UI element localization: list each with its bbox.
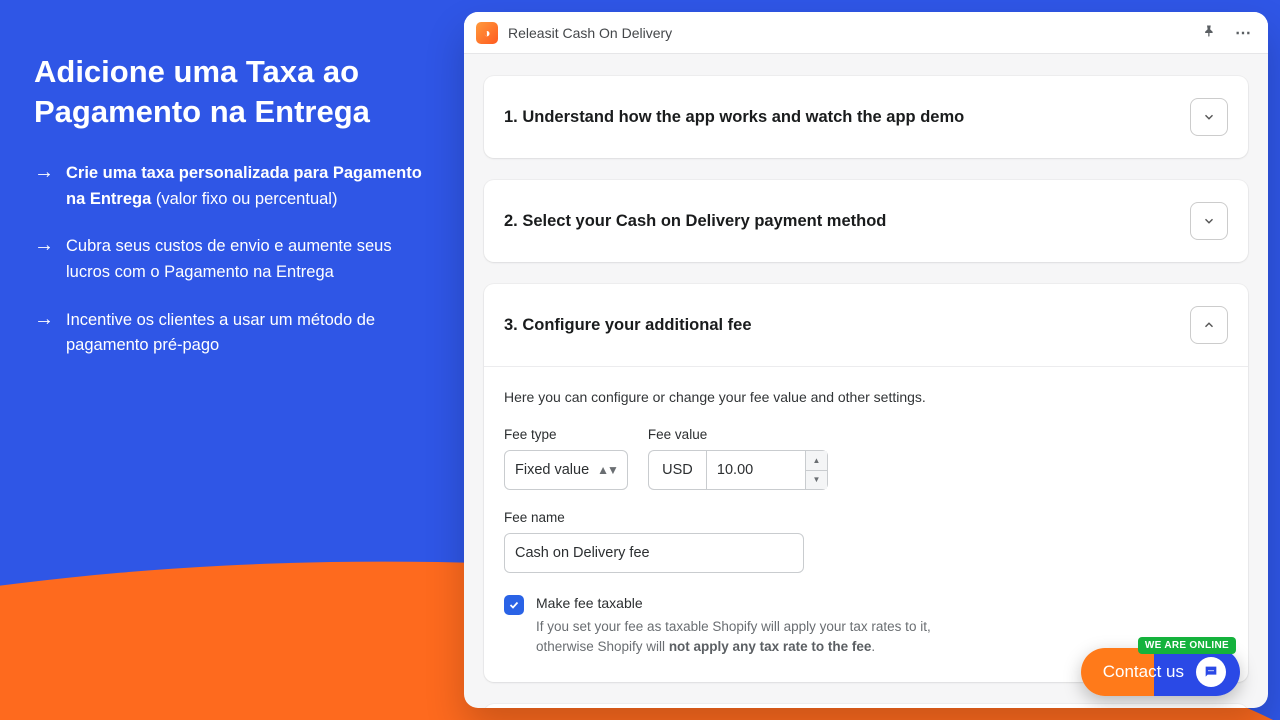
taxable-checkbox[interactable] [504, 595, 524, 615]
quantity-stepper[interactable]: ▲ ▼ [806, 450, 828, 490]
currency-prefix: USD [648, 450, 706, 490]
step-1-card: 1. Understand how the app works and watc… [484, 76, 1248, 158]
more-icon[interactable]: ⋯ [1231, 19, 1256, 47]
pin-icon[interactable] [1198, 19, 1221, 47]
bullet-2: → Cubra seus custos de envio e aumente s… [34, 234, 434, 285]
taxable-description: If you set your fee as taxable Shopify w… [536, 617, 976, 656]
arrow-icon: → [34, 161, 54, 212]
bullet-3: → Incentive os clientes a usar um método… [34, 308, 434, 359]
collapse-button[interactable] [1190, 306, 1228, 344]
fee-type-label: Fee type [504, 427, 628, 442]
taxable-label: Make fee taxable [536, 595, 976, 611]
step-3-card: 3. Configure your additional fee Here yo… [484, 284, 1248, 682]
fee-name-label: Fee name [504, 510, 1228, 525]
step-3-description: Here you can configure or change your fe… [504, 389, 1228, 405]
fee-value-input[interactable]: 10.00 [706, 450, 806, 490]
expand-button[interactable] [1190, 98, 1228, 136]
chat-icon [1196, 657, 1226, 687]
step-1-title: 1. Understand how the app works and watc… [504, 108, 964, 127]
page-title: Adicione uma Taxa ao Pagamento na Entreg… [34, 52, 434, 131]
step-4-card: 4. Contact us to update your Shopify not… [484, 704, 1248, 708]
app-icon: ◑ [476, 22, 498, 44]
marketing-copy: Adicione uma Taxa ao Pagamento na Entreg… [34, 52, 434, 381]
step-3-title: 3. Configure your additional fee [504, 316, 752, 335]
app-name: Releasit Cash On Delivery [508, 25, 1188, 41]
fee-value-label: Fee value [648, 427, 828, 442]
arrow-icon: → [34, 234, 54, 285]
step-2-title: 2. Select your Cash on Delivery payment … [504, 212, 886, 231]
step-2-card: 2. Select your Cash on Delivery payment … [484, 180, 1248, 262]
step-down-icon[interactable]: ▼ [806, 471, 827, 490]
contact-label: Contact us [1103, 662, 1184, 682]
contact-us-button[interactable]: Contact us WE ARE ONLINE [1081, 648, 1240, 696]
arrow-icon: → [34, 308, 54, 359]
fee-type-select[interactable]: Fixed value ▲▼ [504, 450, 628, 490]
online-badge: WE ARE ONLINE [1138, 637, 1236, 654]
step-up-icon[interactable]: ▲ [806, 451, 827, 471]
titlebar: ◑ Releasit Cash On Delivery ⋯ [464, 12, 1268, 54]
expand-button[interactable] [1190, 202, 1228, 240]
chevron-updown-icon: ▲▼ [597, 463, 617, 477]
bullet-1: → Crie uma taxa personalizada para Pagam… [34, 161, 434, 212]
fee-name-input[interactable]: Cash on Delivery fee [504, 533, 804, 573]
app-panel: ◑ Releasit Cash On Delivery ⋯ 1. Underst… [464, 12, 1268, 708]
